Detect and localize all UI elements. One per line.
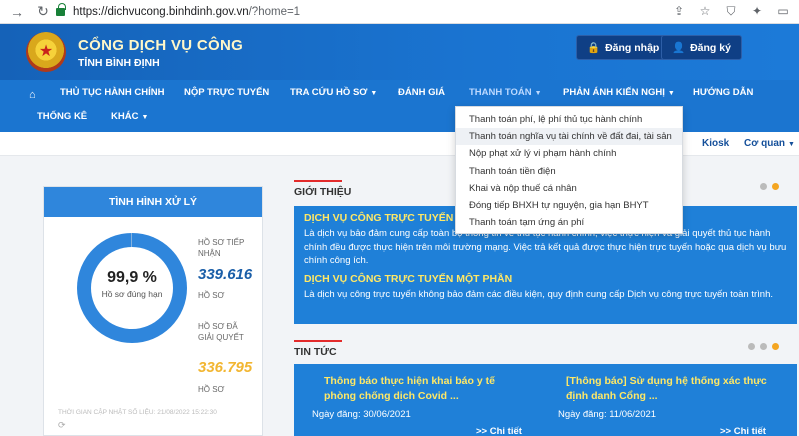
menu-phan-anh[interactable]: PHẢN ÁNH KIẾN NGHỊ ▼ — [563, 87, 675, 98]
news-title[interactable]: Thông báo thực hiện khai báo y tế phòng … — [312, 374, 522, 404]
bookmark-star-icon[interactable]: ☆ — [697, 3, 713, 19]
carousel-dot-active[interactable] — [772, 343, 779, 350]
menu-huong-dan[interactable]: HƯỚNG DẪN — [693, 87, 753, 98]
news-date: Ngày đăng: 30/06/2021 — [312, 409, 411, 420]
caret-down-icon: ▼ — [788, 141, 795, 148]
home-icon[interactable]: ⌂ — [29, 89, 36, 101]
intro-carousel-dots — [760, 183, 779, 190]
refresh-icon[interactable]: ⟳ — [58, 420, 66, 431]
news-title[interactable]: [Thông báo] Sử dụng hệ thống xác thực đị… — [558, 374, 768, 404]
news-box: Thông báo thực hiện khai báo y tế phòng … — [294, 364, 797, 436]
thanh-toan-dropdown: Thanh toán phí, lệ phí thủ tục hành chín… — [455, 106, 683, 234]
lock-icon — [56, 3, 66, 16]
news-section-title: TIN TỨC — [294, 340, 342, 358]
sidebar-icon[interactable]: ▭ — [775, 3, 791, 19]
menu-nop-truc-tuyen[interactable]: NỘP TRỰC TUYẾN — [184, 87, 269, 98]
carousel-dot[interactable] — [760, 183, 767, 190]
national-emblem-logo[interactable] — [26, 32, 66, 72]
caret-down-icon: ▼ — [667, 90, 675, 97]
site-title[interactable]: CỔNG DỊCH VỤ CÔNG — [78, 37, 243, 54]
url-host: https://dichvucong.binhdinh.gov.vn — [73, 6, 249, 18]
news-more-link[interactable]: >> Chi tiết — [720, 426, 766, 436]
update-time: THỜI GIAN CẬP NHẬT SỐ LIỆU: 21/08/2022 1… — [58, 409, 217, 416]
carousel-dot[interactable] — [760, 343, 767, 350]
address-bar[interactable]: https://dichvucong.binhdinh.gov.vn/?home… — [56, 2, 669, 22]
news-card[interactable]: [Thông báo] Sử dụng hệ thống xác thực đị… — [558, 374, 768, 420]
register-label: Đăng ký — [690, 41, 731, 54]
on-time-percent: 99,9 % — [107, 269, 157, 286]
carousel-dot-active[interactable] — [772, 183, 779, 190]
dropdown-item[interactable]: Thanh toán phí, lệ phí thủ tục hành chín… — [456, 111, 682, 128]
menu-khac[interactable]: KHÁC ▼ — [111, 111, 148, 122]
menu-tra-cuu[interactable]: TRA CỨU HỒ SƠ ▼ — [290, 87, 377, 98]
on-time-label: Hồ sơ đúng hạn — [101, 289, 163, 299]
subbar-co-quan[interactable]: Cơ quan ▼ — [744, 138, 795, 149]
dropdown-item[interactable]: Thanh toán nghĩa vụ tài chính về đất đai… — [456, 128, 682, 146]
url-path: /?home=1 — [248, 6, 301, 18]
menu-danh-gia[interactable]: ĐÁNH GIÁ — [398, 87, 445, 98]
subbar-kiosk[interactable]: Kiosk — [702, 138, 729, 149]
dropdown-item[interactable]: Khai và nộp thuế cá nhân — [456, 180, 682, 197]
news-more-link[interactable]: >> Chi tiết — [476, 426, 522, 436]
dropdown-item[interactable]: Nộp phạt xử lý vi phạm hành chính — [456, 145, 682, 162]
share-icon[interactable]: ⇪ — [671, 3, 687, 19]
resolved-value: 336.795 — [198, 359, 253, 376]
lock-icon: 🔒 — [587, 42, 601, 54]
news-card[interactable]: Thông báo thực hiện khai báo y tế phòng … — [312, 374, 522, 420]
register-button[interactable]: 👤 Đăng ký — [661, 35, 742, 60]
ring-center: 99,9 % Hồ sơ đúng hạn — [91, 247, 173, 329]
intro-heading-partial: DỊCH VỤ CÔNG TRỰC TUYẾN MỘT PHẦN — [304, 272, 513, 285]
received-value: 339.616 — [198, 266, 253, 283]
processing-status-panel: TÌNH HÌNH XỬ LÝ 99,9 % Hồ sơ đúng hạn HỒ… — [43, 186, 263, 436]
resolved-unit: HỒ SƠ — [198, 385, 225, 394]
received-label: HỒ SƠ TIẾP NHẬN — [198, 238, 245, 258]
shield-icon[interactable]: ⛉ — [723, 3, 739, 19]
login-button[interactable]: 🔒 Đăng nhập — [576, 35, 671, 60]
user-add-icon: 👤 — [672, 42, 686, 54]
dropdown-item[interactable]: Đóng tiếp BHXH tự nguyện, gia hạn BHYT — [456, 197, 682, 214]
extensions-icon[interactable]: ✦ — [749, 3, 765, 19]
menu-thu-tuc[interactable]: THỦ TỤC HÀNH CHÍNH — [60, 87, 165, 98]
dropdown-item[interactable]: Thanh toán tạm ứng án phí — [456, 214, 682, 231]
menu-thanh-toan[interactable]: THANH TOÁN ▼ — [469, 87, 542, 98]
menu-thong-ke[interactable]: THỐNG KÊ — [37, 111, 87, 122]
carousel-dot[interactable] — [748, 343, 755, 350]
resolved-label: HỒ SƠ ĐÃ GIẢI QUYẾT — [198, 322, 244, 342]
reload-icon[interactable]: ↻ — [34, 3, 52, 21]
caret-down-icon: ▼ — [141, 114, 149, 121]
login-label: Đăng nhập — [605, 41, 660, 54]
panel-title: TÌNH HÌNH XỬ LÝ — [44, 187, 262, 217]
received-unit: HỒ SƠ — [198, 291, 225, 300]
news-date: Ngày đăng: 11/06/2021 — [558, 409, 657, 420]
intro-text-partial: Là dịch vụ công trực tuyến không bảo đảm… — [304, 288, 773, 300]
forward-icon[interactable]: → — [8, 3, 26, 21]
site-subtitle: TỈNH BÌNH ĐỊNH — [78, 57, 160, 69]
caret-down-icon: ▼ — [370, 90, 378, 97]
browser-toolbar: → ↻ https://dichvucong.binhdinh.gov.vn/?… — [0, 0, 799, 24]
dropdown-item[interactable]: Thanh toán tiền điện — [456, 163, 682, 180]
site-header: CỔNG DỊCH VỤ CÔNG TỈNH BÌNH ĐỊNH 🔒 Đăng n… — [0, 24, 799, 80]
on-time-ring-chart: 99,9 % Hồ sơ đúng hạn — [77, 233, 187, 343]
intro-section-title: GIỚI THIỆU — [294, 180, 352, 198]
caret-down-icon: ▼ — [534, 90, 542, 97]
news-carousel-dots — [748, 343, 779, 350]
